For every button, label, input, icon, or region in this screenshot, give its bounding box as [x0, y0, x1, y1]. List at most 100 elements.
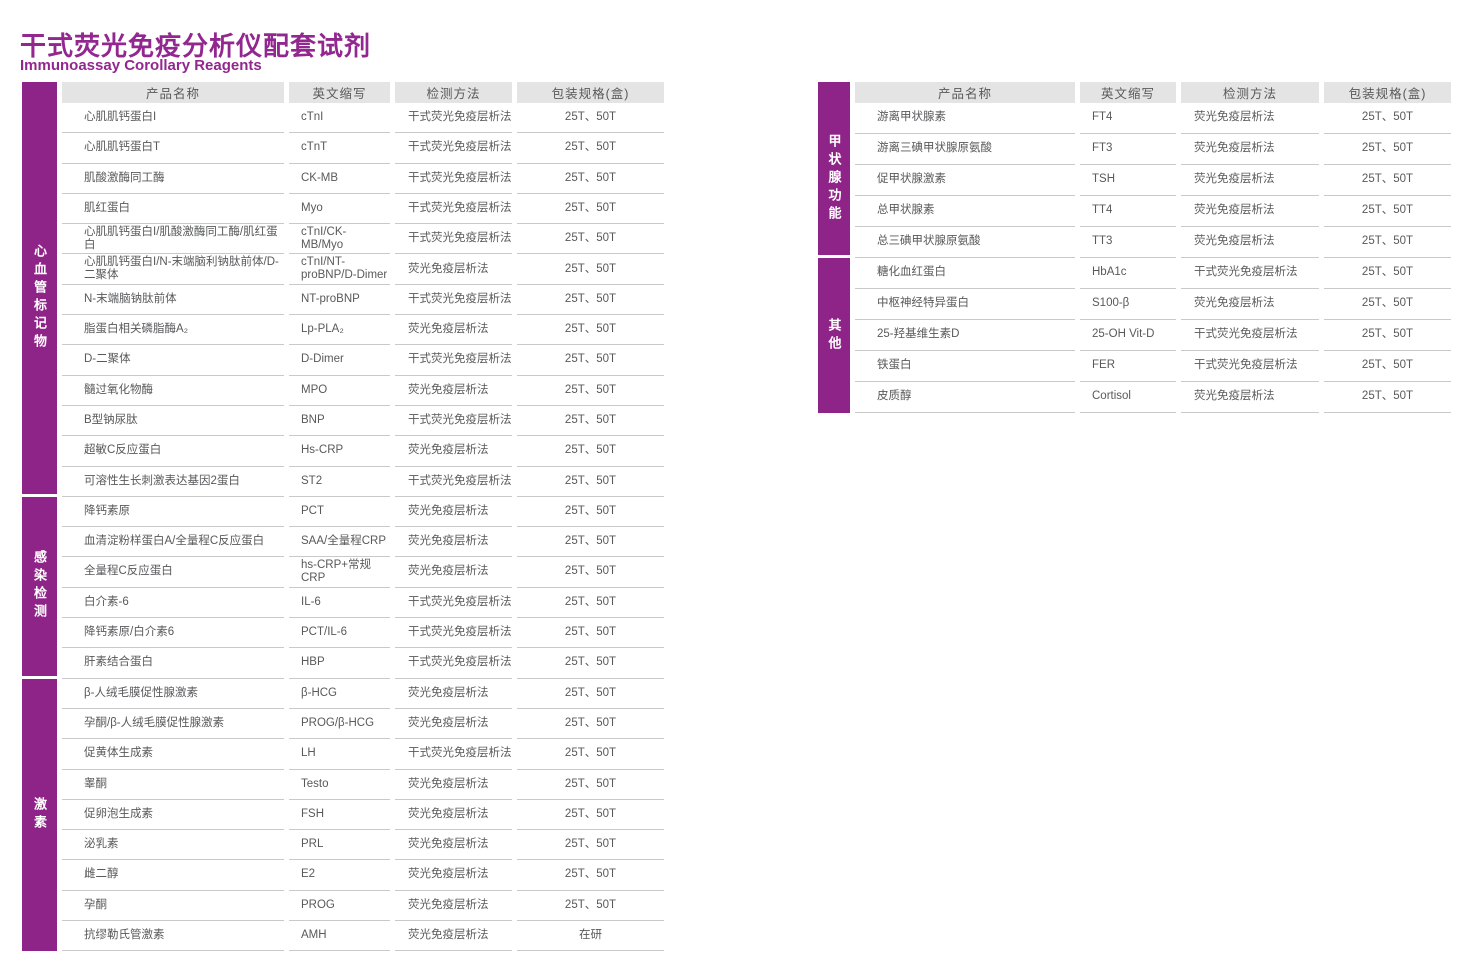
cell-english-abbr: MPO — [289, 376, 390, 406]
cell-product-name: 肌酸激酶同工酶 — [62, 164, 284, 194]
cell-package-spec: 25T、50T — [517, 588, 664, 618]
column-header: 产品名称 — [62, 82, 284, 103]
cell-package-spec: 25T、50T — [517, 860, 664, 890]
cell-package-spec: 25T、50T — [517, 345, 664, 375]
cell-detection-method: 荧光免疫层析法 — [395, 921, 512, 951]
cell-product-name: 总甲状腺素 — [855, 196, 1075, 227]
cell-package-spec: 25T、50T — [517, 436, 664, 466]
cell-product-name: 白介素-6 — [62, 588, 284, 618]
table-row: 游离三碘甲状腺原氨酸FT3荧光免疫层析法25T、50T — [855, 134, 1451, 165]
table-row: 髓过氧化物酶MPO荧光免疫层析法25T、50T — [62, 376, 664, 406]
cell-english-abbr: ST2 — [289, 467, 390, 497]
cell-detection-method: 干式荧光免疫层析法 — [395, 164, 512, 194]
cell-package-spec: 25T、50T — [517, 557, 664, 587]
cell-detection-method: 荧光免疫层析法 — [1181, 382, 1319, 413]
section-rows: 糖化血红蛋白HbA1c干式荧光免疫层析法25T、50T中枢神经特异蛋白S100-… — [855, 258, 1451, 413]
cell-product-name: 降钙素原 — [62, 497, 284, 527]
cell-package-spec: 25T、50T — [517, 800, 664, 830]
cell-package-spec: 25T、50T — [1324, 196, 1451, 227]
cell-english-abbr: Lp-PLA₂ — [289, 315, 390, 345]
cell-package-spec: 25T、50T — [517, 164, 664, 194]
table-row: N-末端脑钠肽前体NT-proBNP干式荧光免疫层析法25T、50T — [62, 285, 664, 315]
cell-product-name: 糖化血红蛋白 — [855, 258, 1075, 289]
cell-detection-method: 干式荧光免疫层析法 — [395, 194, 512, 224]
cell-package-spec: 25T、50T — [517, 467, 664, 497]
cell-english-abbr: FT3 — [1080, 134, 1176, 165]
table-row: 血清淀粉样蛋白A/全量程C反应蛋白SAA/全量程CRP荧光免疫层析法25T、50… — [62, 527, 664, 557]
cell-english-abbr: Testo — [289, 770, 390, 800]
table-row: 可溶性生长刺激表达基因2蛋白ST2干式荧光免疫层析法25T、50T — [62, 467, 664, 497]
cell-package-spec: 25T、50T — [1324, 258, 1451, 289]
cell-package-spec: 25T、50T — [1324, 289, 1451, 320]
cell-detection-method: 荧光免疫层析法 — [1181, 196, 1319, 227]
cell-english-abbr: PRL — [289, 830, 390, 860]
cell-english-abbr: PROG — [289, 891, 390, 921]
cell-product-name: 髓过氧化物酶 — [62, 376, 284, 406]
cell-english-abbr: cTnI/CK-MB/Myo — [289, 224, 390, 254]
table-row: β-人绒毛膜促性腺激素β-HCG荧光免疫层析法25T、50T — [62, 679, 664, 709]
table-row: 促甲状腺激素TSH荧光免疫层析法25T、50T — [855, 165, 1451, 196]
cell-product-name: 心肌肌钙蛋白T — [62, 133, 284, 163]
cell-english-abbr: CK-MB — [289, 164, 390, 194]
cell-english-abbr: FSH — [289, 800, 390, 830]
cell-detection-method: 荧光免疫层析法 — [1181, 165, 1319, 196]
cell-detection-method: 荧光免疫层析法 — [395, 557, 512, 587]
cell-product-name: 促黄体生成素 — [62, 739, 284, 769]
cell-package-spec: 25T、50T — [1324, 320, 1451, 351]
table-section: 甲状腺功能游离甲状腺素FT4荧光免疫层析法25T、50T游离三碘甲状腺原氨酸FT… — [818, 103, 1451, 258]
cell-detection-method: 荧光免疫层析法 — [395, 376, 512, 406]
category-label: 激素 — [30, 797, 49, 833]
cell-product-name: 可溶性生长刺激表达基因2蛋白 — [62, 467, 284, 497]
cell-package-spec: 25T、50T — [517, 709, 664, 739]
cell-package-spec: 在研 — [517, 921, 664, 951]
cell-detection-method: 荧光免疫层析法 — [395, 315, 512, 345]
column-header: 检测方法 — [1181, 82, 1319, 103]
cell-english-abbr: Hs-CRP — [289, 436, 390, 466]
category-cell: 甲状腺功能 — [818, 103, 850, 255]
cell-english-abbr: PCT — [289, 497, 390, 527]
cell-english-abbr: LH — [289, 739, 390, 769]
cell-english-abbr: IL-6 — [289, 588, 390, 618]
cell-english-abbr: cTnT — [289, 133, 390, 163]
table-row: 25-羟基维生素D25-OH Vit-D干式荧光免疫层析法25T、50T — [855, 320, 1451, 351]
category-label: 甲状腺功能 — [825, 134, 844, 224]
cell-product-name: 睾酮 — [62, 770, 284, 800]
table-row: 心肌肌钙蛋白I/肌酸激酶同工酶/肌红蛋白cTnI/CK-MB/Myo干式荧光免疫… — [62, 224, 664, 254]
category-column-header-stub — [22, 82, 57, 103]
cell-package-spec: 25T、50T — [517, 376, 664, 406]
column-header: 检测方法 — [395, 82, 512, 103]
cell-english-abbr: Myo — [289, 194, 390, 224]
table-row: 总甲状腺素TT4荧光免疫层析法25T、50T — [855, 196, 1451, 227]
table-row: 抗缪勒氏管激素AMH荧光免疫层析法在研 — [62, 921, 664, 951]
cell-product-name: β-人绒毛膜促性腺激素 — [62, 679, 284, 709]
table-row: 超敏C反应蛋白Hs-CRP荧光免疫层析法25T、50T — [62, 436, 664, 466]
cell-product-name: 雌二醇 — [62, 860, 284, 890]
cell-detection-method: 干式荧光免疫层析法 — [395, 618, 512, 648]
cell-package-spec: 25T、50T — [517, 194, 664, 224]
cell-english-abbr: cTnI — [289, 103, 390, 133]
table-section: 激素β-人绒毛膜促性腺激素β-HCG荧光免疫层析法25T、50T孕酮/β-人绒毛… — [22, 679, 664, 952]
table-row: 睾酮Testo荧光免疫层析法25T、50T — [62, 770, 664, 800]
cell-detection-method: 干式荧光免疫层析法 — [1181, 258, 1319, 289]
cell-product-name: 心肌肌钙蛋白I — [62, 103, 284, 133]
cell-english-abbr: hs-CRP+常规 CRP — [289, 557, 390, 587]
cell-detection-method: 荧光免疫层析法 — [395, 770, 512, 800]
category-column-header-stub — [818, 82, 850, 103]
table-row: 糖化血红蛋白HbA1c干式荧光免疫层析法25T、50T — [855, 258, 1451, 289]
table-row: 心肌肌钙蛋白IcTnI干式荧光免疫层析法25T、50T — [62, 103, 664, 133]
cell-package-spec: 25T、50T — [517, 285, 664, 315]
cell-product-name: 脂蛋白相关磷脂酶A₂ — [62, 315, 284, 345]
cell-detection-method: 干式荧光免疫层析法 — [395, 648, 512, 678]
cell-package-spec: 25T、50T — [517, 830, 664, 860]
cell-package-spec: 25T、50T — [517, 224, 664, 254]
table-row: B型钠尿肽BNP干式荧光免疫层析法25T、50T — [62, 406, 664, 436]
cell-detection-method: 荧光免疫层析法 — [395, 527, 512, 557]
page-subtitle: Immunoassay Corollary Reagents — [20, 57, 262, 74]
table-row: 肌红蛋白Myo干式荧光免疫层析法25T、50T — [62, 194, 664, 224]
cell-english-abbr: PROG/β-HCG — [289, 709, 390, 739]
cell-english-abbr: FER — [1080, 351, 1176, 382]
left-reagent-table: 产品名称英文缩写检测方法包装规格(盒)心血管标记物心肌肌钙蛋白IcTnI干式荧光… — [22, 82, 664, 951]
cell-detection-method: 干式荧光免疫层析法 — [395, 345, 512, 375]
category-label: 其他 — [825, 318, 844, 354]
cell-product-name: 皮质醇 — [855, 382, 1075, 413]
